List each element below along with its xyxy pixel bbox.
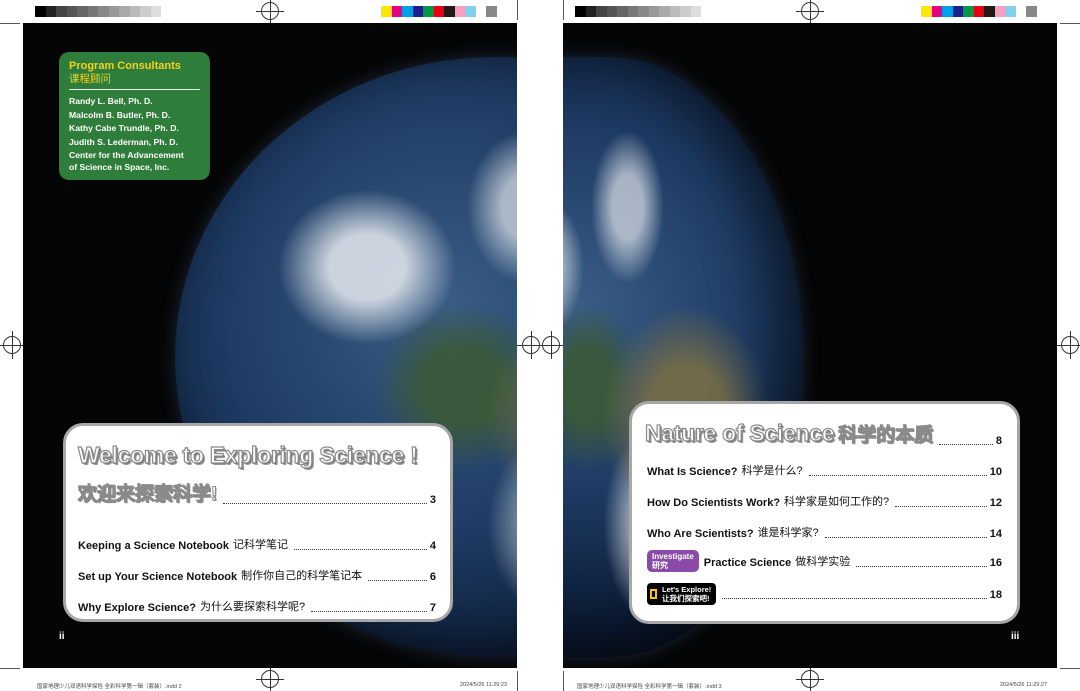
toc-entry-label: Why Explore Science?: [78, 602, 196, 614]
toc-entry-label: Who Are Scientists?: [647, 528, 754, 540]
section-title-cn: 科学的本质: [838, 425, 934, 447]
registration-mark-bottom-left: [256, 665, 284, 691]
slug-file: 国家地理少儿双语科学探险 全彩科学第一辑（套装）.indd 2: [37, 684, 182, 690]
dot-leader: [939, 444, 993, 445]
registration-mark-mid-left: [0, 331, 26, 359]
slug-file: 国家地理少儿双语科学探险 全彩科学第一辑（套装）.indd 3: [577, 684, 722, 690]
consultant-org: Center for the Advancement: [69, 150, 184, 160]
explore-tag-cn: 让我们探索吧!: [662, 594, 710, 603]
slug-date: 2024/5/26 11:29:23: [460, 682, 507, 688]
registration-mark-top-left: [256, 0, 284, 25]
toc-entry-label: Keeping a Science Notebook: [78, 540, 229, 552]
toc-entry[interactable]: Let's Explore! 让我们探索吧! 18: [647, 583, 1002, 605]
trim-line: [517, 0, 518, 20]
toc-title-row[interactable]: Nature of Science 科学的本质 8: [644, 419, 1002, 447]
toc-entry-cn: 制作你自己的科学笔记本: [241, 570, 363, 582]
toc-entry[interactable]: Investigate 研究 Practice Science 做科学实验 16: [647, 550, 1002, 572]
grayscale-bar-right: [575, 6, 701, 17]
registration-mark-top-right: [796, 0, 824, 25]
registration-mark-bottom-right: [796, 665, 824, 691]
page-number: 14: [989, 528, 1002, 540]
toc-entry[interactable]: Keeping a Science Notebook 记科学笔记 4: [78, 536, 436, 552]
toc-entry-label: How Do Scientists Work?: [647, 497, 781, 509]
page-number: 12: [989, 497, 1002, 509]
national-geographic-logo-icon: [650, 589, 657, 599]
toc-card-welcome: Welcome to Exploring Science ! 欢迎来探索科学! …: [63, 423, 453, 622]
dot-leader: [895, 506, 987, 507]
section-title-cn: 欢迎来探索科学!: [77, 484, 218, 506]
explore-tag-en: Let's Explore!: [662, 585, 712, 594]
toc-entry[interactable]: Why Explore Science? 为什么要探索科学呢? 7: [78, 598, 436, 614]
dot-leader: [368, 580, 427, 581]
toc-entry[interactable]: How Do Scientists Work? 科学家是如何工作的? 12: [647, 493, 1002, 509]
toc-entry[interactable]: Set up Your Science Notebook 制作你自己的科学笔记本…: [78, 567, 436, 583]
consultants-title-cn: 课程顾问: [69, 73, 111, 85]
divider: [69, 89, 200, 90]
right-page: Nature of Science 科学的本质 8 What Is Scienc…: [563, 23, 1057, 668]
page-number: 18: [989, 589, 1002, 601]
toc-entry[interactable]: Who Are Scientists? 谁是科学家? 14: [647, 524, 1002, 540]
page-number: 8: [995, 435, 1002, 447]
toc-entry-cn: 谁是科学家?: [757, 527, 819, 539]
left-page: Program Consultants 课程顾问 Randy L. Bell, …: [23, 23, 517, 668]
trim-line: [1060, 23, 1080, 24]
page-number: 10: [989, 466, 1002, 478]
toc-entry-cn: 为什么要探索科学呢?: [199, 601, 306, 613]
page-number: 4: [429, 540, 436, 552]
color-bar-right: [921, 6, 1037, 17]
investigate-tag-cn: 研究: [652, 561, 668, 570]
trim-line: [517, 671, 518, 691]
page-number: 3: [429, 494, 436, 506]
color-bar-left: [381, 6, 497, 17]
slug-date: 2024/5/26 11:29:27: [1000, 682, 1047, 688]
toc-entry-cn: 科学是什么?: [741, 465, 803, 477]
trim-line: [0, 23, 20, 24]
registration-mark-mid-center-right: [537, 331, 565, 359]
consultant-name: Randy L. Bell, Ph. D.: [69, 96, 153, 106]
toc-card-nature-of-science: Nature of Science 科学的本质 8 What Is Scienc…: [629, 401, 1020, 624]
dot-leader: [293, 549, 427, 550]
dot-leader: [808, 475, 987, 476]
page-number: 7: [429, 602, 436, 614]
toc-entry-cn: 科学家是如何工作的?: [784, 496, 890, 508]
investigate-tag: Investigate 研究: [647, 550, 699, 572]
dot-leader: [311, 611, 427, 612]
consultant-org: of Science in Space, Inc.: [69, 162, 170, 172]
section-title: Nature of Science: [644, 419, 835, 446]
page-number: 6: [429, 571, 436, 583]
toc-entry-cn: 记科学笔记: [232, 539, 288, 551]
dot-leader: [824, 537, 987, 538]
consultant-name: Kathy Cabe Trundle, Ph. D.: [69, 123, 179, 133]
toc-entry-label: Practice Science: [703, 557, 792, 569]
dot-leader: [223, 503, 427, 504]
grayscale-bar-left: [35, 6, 161, 17]
consultant-name: Malcolm B. Butler, Ph. D.: [69, 109, 171, 120]
investigate-tag-en: Investigate: [652, 552, 694, 561]
toc-entry-label: Set up Your Science Notebook: [78, 571, 238, 583]
toc-entry-label: What Is Science?: [647, 466, 738, 478]
lets-explore-tag: Let's Explore! 让我们探索吧!: [647, 583, 717, 605]
dot-leader: [856, 566, 987, 567]
trim-line: [0, 668, 20, 669]
toc-entry-cn: 做科学实验: [795, 556, 851, 568]
trim-line: [563, 0, 564, 20]
registration-mark-mid-right: [1056, 331, 1080, 359]
folio: iii: [1011, 631, 1020, 642]
trim-line: [1060, 668, 1080, 669]
folio: ii: [59, 631, 65, 642]
dot-leader: [722, 598, 987, 599]
trim-line: [563, 671, 564, 691]
consultant-name: Judith S. Lederman, Ph. D.: [69, 136, 178, 147]
toc-title-row[interactable]: 欢迎来探索科学! 3: [77, 479, 436, 507]
program-consultants-box: Program Consultants 课程顾问 Randy L. Bell, …: [59, 52, 210, 180]
consultants-title: Program Consultants: [69, 60, 181, 72]
toc-entry[interactable]: What Is Science? 科学是什么? 10: [647, 462, 1002, 478]
section-title: Welcome to Exploring Science !: [77, 441, 418, 468]
page-number: 16: [989, 557, 1002, 569]
